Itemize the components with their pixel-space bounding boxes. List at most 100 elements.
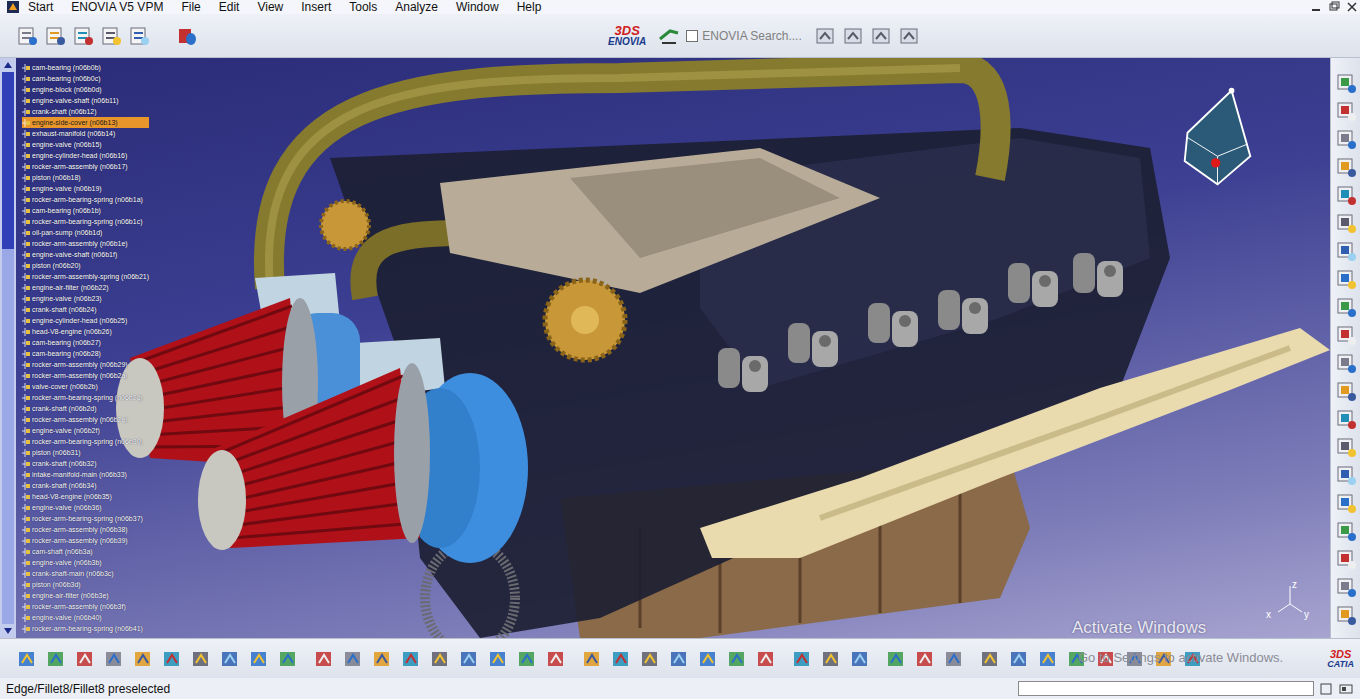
tool-icon[interactable]: [342, 648, 364, 670]
tool-icon[interactable]: [1037, 648, 1059, 670]
tool-icon[interactable]: [1335, 184, 1357, 206]
tool-icon[interactable]: [132, 648, 154, 670]
tree-item[interactable]: rocker-arm-assembly (n06b2a): [22, 370, 149, 381]
tree-item[interactable]: engine-cylinder-head (n06b25): [22, 315, 149, 326]
tree-item[interactable]: engine-side-cover (n06b13): [22, 117, 149, 128]
minimize-icon[interactable]: [1308, 1, 1324, 13]
tool-icon[interactable]: [870, 25, 892, 47]
tree-item[interactable]: engine-cylinder-head (n06b16): [22, 150, 149, 161]
tool-icon[interactable]: [45, 648, 67, 670]
tree-item[interactable]: engine-valve (n06b15): [22, 139, 149, 150]
tool-icon[interactable]: [842, 25, 864, 47]
tool-icon[interactable]: [100, 25, 122, 47]
compass-icon[interactable]: [1180, 85, 1255, 190]
tool-icon[interactable]: [371, 648, 393, 670]
tool-icon[interactable]: [1335, 464, 1357, 486]
tree-item[interactable]: cam-bearing (n06b27): [22, 337, 149, 348]
tree-item[interactable]: cam-bearing (n06b0b): [22, 62, 149, 73]
tree-item[interactable]: rocker-arm-bearing-spring (n06b37): [22, 513, 149, 524]
tree-item[interactable]: piston (n06b20): [22, 260, 149, 271]
tree-item[interactable]: rocker-arm-bearing-spring (n06b2c): [22, 392, 149, 403]
tool-icon[interactable]: [1335, 380, 1357, 402]
menu-item[interactable]: Tools: [341, 0, 387, 14]
menu-item[interactable]: Start: [24, 0, 63, 14]
tree-item[interactable]: engine-valve (n06b36): [22, 502, 149, 513]
catia-app-icon[interactable]: [6, 0, 20, 14]
tree-item[interactable]: crank-shaft (n06b32): [22, 458, 149, 469]
3d-viewport[interactable]: xyzActivate Windowscam-bearing (n06b0b)c…: [0, 58, 1330, 638]
tool-icon[interactable]: [44, 25, 66, 47]
tool-icon[interactable]: [668, 648, 690, 670]
tree-item[interactable]: crank-shaft (n06b2d): [22, 403, 149, 414]
enovia-search[interactable]: ENOVIA Search....: [686, 29, 801, 43]
tool-icon[interactable]: [1066, 648, 1088, 670]
tool-icon[interactable]: [277, 648, 299, 670]
tool-icon[interactable]: [74, 648, 96, 670]
tree-item[interactable]: rocker-arm-bearing-spring (n06b1c): [22, 216, 149, 227]
search-checkbox[interactable]: [686, 30, 698, 42]
tool-icon[interactable]: [885, 648, 907, 670]
scroll-up-icon[interactable]: [2, 60, 14, 70]
power-input-icon[interactable]: [1338, 681, 1354, 697]
tool-icon[interactable]: [219, 648, 241, 670]
tree-item[interactable]: piston (n06b31): [22, 447, 149, 458]
menu-item[interactable]: Analyze: [387, 0, 448, 14]
tool-icon[interactable]: [726, 648, 748, 670]
tree-item[interactable]: engine-valve (n06b40): [22, 612, 149, 623]
tool-icon[interactable]: [1335, 604, 1357, 626]
tool-icon[interactable]: [1335, 156, 1357, 178]
tool-icon[interactable]: [72, 25, 94, 47]
tree-item[interactable]: crank-shaft (n06b24): [22, 304, 149, 315]
tree-item[interactable]: rocker-arm-bearing-spring (n06b1a): [22, 194, 149, 205]
tree-item[interactable]: rocker-arm-assembly (n06b29): [22, 359, 149, 370]
tool-icon[interactable]: [610, 648, 632, 670]
tool-icon[interactable]: [1124, 648, 1146, 670]
tree-item[interactable]: engine-valve (n06b23): [22, 293, 149, 304]
tool-icon[interactable]: [128, 25, 150, 47]
tool-icon[interactable]: [1153, 648, 1175, 670]
tool-icon[interactable]: [516, 648, 538, 670]
tree-item[interactable]: rocker-arm-assembly (n06b17): [22, 161, 149, 172]
tool-icon[interactable]: [581, 648, 603, 670]
tree-item[interactable]: intake-manifold-main (n06b33): [22, 469, 149, 480]
tool-icon[interactable]: [429, 648, 451, 670]
tree-item[interactable]: oil-pan-sump (n06b1d): [22, 227, 149, 238]
tool-icon[interactable]: [487, 648, 509, 670]
tree-item[interactable]: cam-shaft (n06b3a): [22, 546, 149, 557]
tool-icon[interactable]: [16, 648, 38, 670]
tree-item[interactable]: rocker-arm-assembly (n06b2e): [22, 414, 149, 425]
tool-icon[interactable]: [1335, 296, 1357, 318]
tree-item[interactable]: rocker-arm-assembly-spring (n06b21): [22, 271, 149, 282]
command-input[interactable]: [1018, 681, 1314, 696]
tool-icon[interactable]: [545, 648, 567, 670]
menu-item[interactable]: ENOVIA V5 VPM: [63, 0, 173, 14]
tool-icon[interactable]: [697, 648, 719, 670]
tool-icon[interactable]: [313, 648, 335, 670]
tool-icon[interactable]: [1335, 100, 1357, 122]
tree-item[interactable]: engine-valve (n06b3b): [22, 557, 149, 568]
menu-item[interactable]: File: [173, 0, 210, 14]
tool-icon[interactable]: [1335, 576, 1357, 598]
tool-icon[interactable]: [849, 648, 871, 670]
tree-item[interactable]: head-V8-engine (n06b35): [22, 491, 149, 502]
tree-item[interactable]: rocker-arm-bearing-spring (n06b41): [22, 623, 149, 634]
tool-icon[interactable]: [1335, 548, 1357, 570]
tool-icon[interactable]: [1182, 648, 1204, 670]
tool-icon[interactable]: [1335, 492, 1357, 514]
tool-icon[interactable]: [1335, 520, 1357, 542]
tree-item[interactable]: rocker-arm-assembly (n06b3f): [22, 601, 149, 612]
restore-icon[interactable]: [1326, 1, 1342, 13]
tool-icon[interactable]: [1008, 648, 1030, 670]
tree-scrollbar[interactable]: [0, 58, 16, 638]
tool-icon[interactable]: [161, 648, 183, 670]
tree-item[interactable]: engine-valve-shaft (n06b1f): [22, 249, 149, 260]
tree-item[interactable]: engine-block (n06b0d): [22, 84, 149, 95]
tree-item[interactable]: rocker-arm-assembly (n06b1e): [22, 238, 149, 249]
menu-item[interactable]: Insert: [293, 0, 341, 14]
tool-icon[interactable]: [639, 648, 661, 670]
tree-item[interactable]: exhaust-manifold (n06b14): [22, 128, 149, 139]
tool-icon[interactable]: [1335, 72, 1357, 94]
tool-icon[interactable]: [1335, 128, 1357, 150]
tool-icon[interactable]: [898, 25, 920, 47]
scroll-thumb[interactable]: [2, 72, 14, 249]
